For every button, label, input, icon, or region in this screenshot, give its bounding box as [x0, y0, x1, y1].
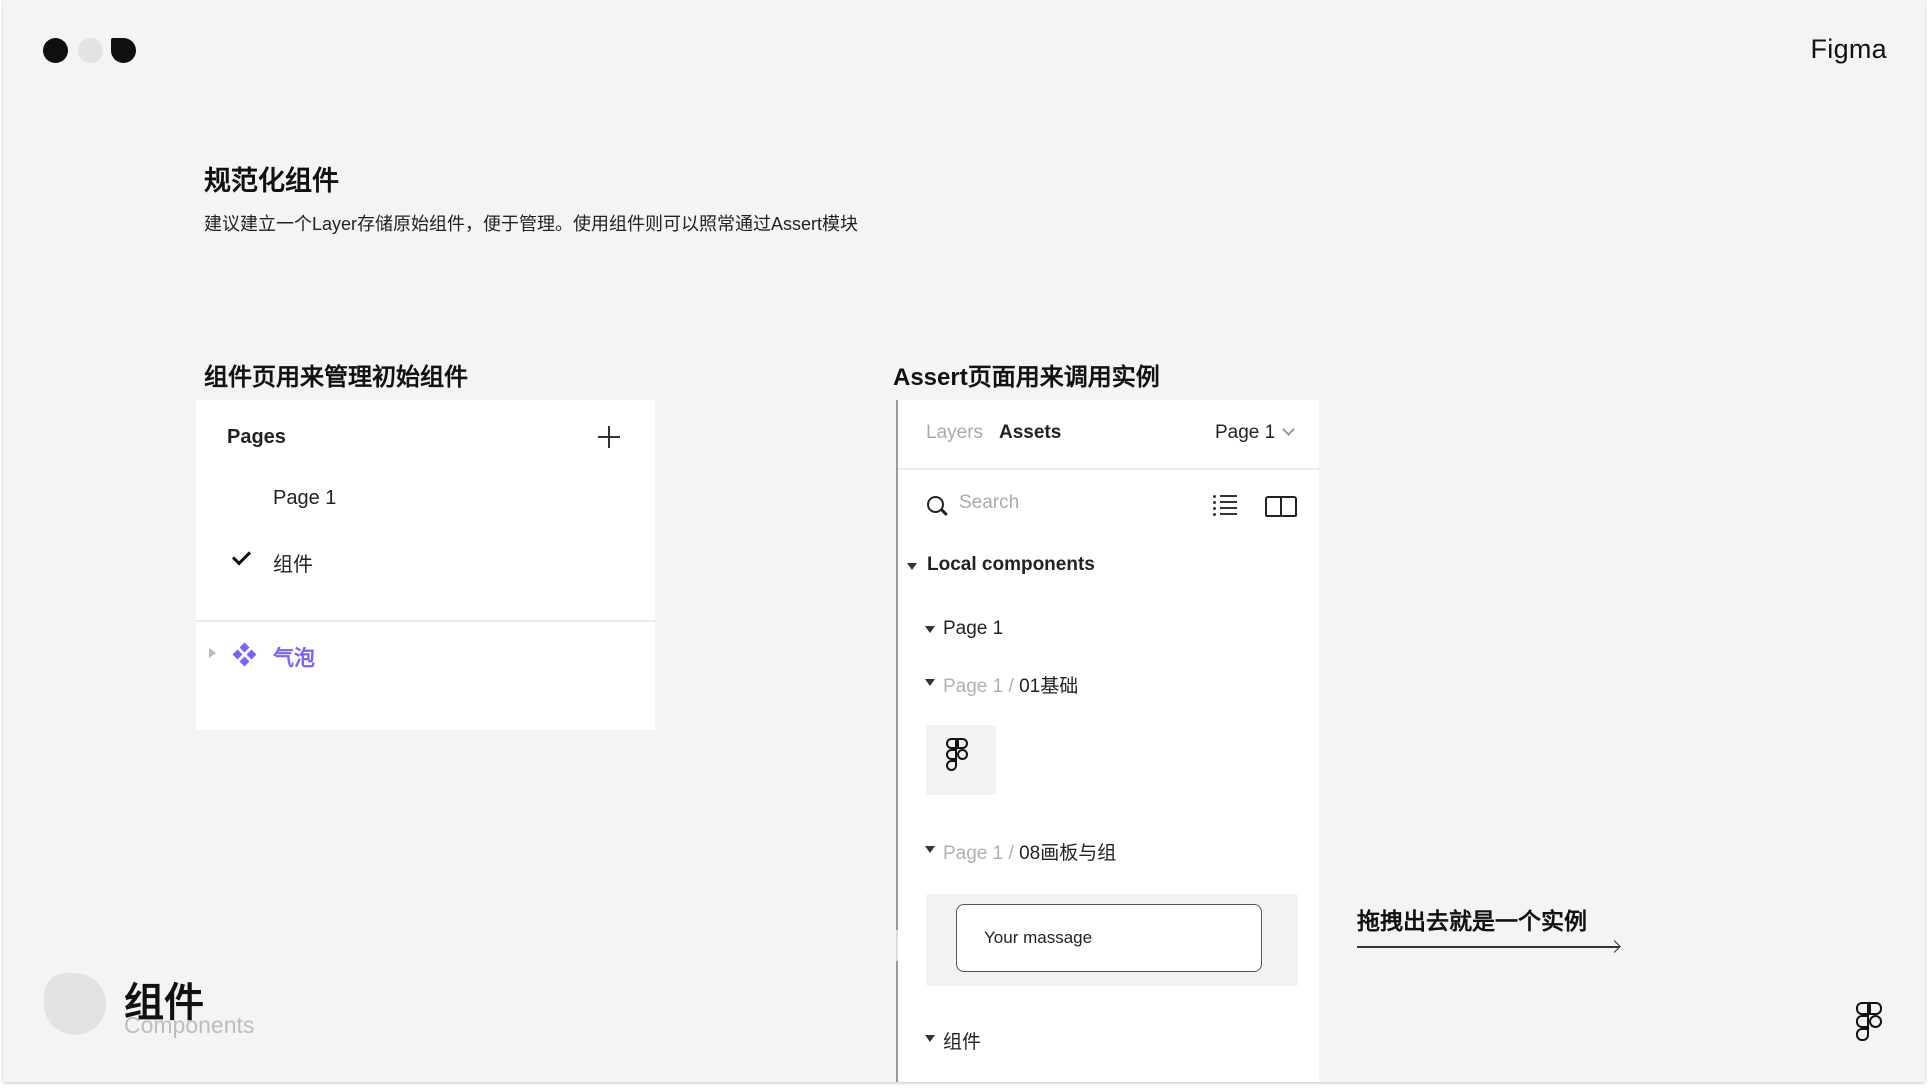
page-item-components[interactable]: 组件 — [273, 548, 313, 577]
local-components-label[interactable]: Local components — [927, 554, 1095, 576]
group-artboard[interactable]: Page 1 / 08画板与组 — [943, 838, 1116, 865]
page-selector[interactable]: Page 1 — [1215, 422, 1275, 444]
page-title: 规范化组件 — [204, 166, 339, 196]
assets-panel: Layers Assets Page 1 Search Local compon… — [896, 400, 1319, 1082]
group-label: 组件 — [943, 1032, 982, 1053]
component-icon — [232, 642, 257, 667]
tab-assets[interactable]: Assets — [999, 422, 1061, 444]
pages-panel: Pages Page 1 组件 气泡 — [196, 400, 655, 730]
group-page1[interactable]: Page 1 — [943, 618, 1003, 640]
component-thumbnail[interactable]: Your massage — [926, 894, 1298, 986]
arrow-right-icon — [1608, 940, 1621, 953]
drag-note: 拖拽出去就是一个实例 — [1357, 908, 1587, 934]
collapse-arrow-icon[interactable] — [925, 846, 935, 853]
search-icon — [927, 496, 944, 513]
brand-label: Figma — [1810, 34, 1887, 64]
collapse-arrow-icon[interactable] — [925, 626, 935, 633]
arrow-line — [1357, 946, 1619, 948]
left-section-heading: 组件页用来管理初始组件 — [204, 364, 468, 391]
component-thumbnail[interactable] — [926, 725, 996, 795]
group-label: Page 1 — [943, 618, 1004, 639]
plus-icon[interactable] — [598, 426, 620, 448]
window-dot-icon — [43, 38, 68, 63]
scroll-mark — [896, 930, 898, 946]
expand-arrow-icon[interactable] — [209, 648, 216, 658]
group-prefix: Page 1 / — [943, 843, 1020, 864]
pages-title: Pages — [227, 426, 286, 448]
tab-layers[interactable]: Layers — [926, 422, 983, 444]
check-icon — [231, 546, 252, 566]
search-input[interactable]: Search — [959, 492, 1019, 514]
divider — [898, 468, 1319, 470]
message-text: Your massage — [984, 928, 1093, 947]
group-basic[interactable]: Page 1 / 01基础 — [943, 671, 1078, 698]
list-view-icon[interactable] — [1213, 494, 1237, 516]
window-dot-icon — [78, 38, 103, 63]
footer-subtitle: Components — [124, 1012, 255, 1038]
collapse-arrow-icon[interactable] — [925, 679, 935, 686]
layer-item-bubble[interactable]: 气泡 — [273, 642, 315, 672]
right-section-heading: Assert页面用来调用实例 — [893, 364, 1160, 391]
page-description: 建议建立一个Layer存储原始组件，便于管理。使用组件则可以照常通过Assert… — [204, 214, 859, 234]
collapse-arrow-icon[interactable] — [907, 563, 917, 570]
group-label: 08画板与组 — [1019, 843, 1117, 864]
message-bubble-instance: Your massage — [956, 904, 1262, 972]
divider — [196, 620, 655, 622]
page-item-page1[interactable]: Page 1 — [273, 487, 336, 510]
group-components[interactable]: 组件 — [943, 1027, 981, 1054]
group-prefix: Page 1 / — [943, 676, 1020, 697]
figma-logo-icon — [946, 738, 968, 782]
group-label: 01基础 — [1019, 676, 1079, 697]
slide: Figma 规范化组件 建议建立一个Layer存储原始组件，便于管理。使用组件则… — [3, 0, 1925, 1082]
library-book-icon[interactable] — [1265, 496, 1297, 517]
window-dot-icon — [111, 38, 136, 63]
collapse-arrow-icon[interactable] — [925, 1035, 935, 1042]
scroll-mark — [896, 945, 898, 961]
chevron-down-icon[interactable] — [1282, 423, 1295, 436]
figma-logo-icon — [1856, 1002, 1882, 1042]
decorative-shape — [44, 973, 106, 1035]
